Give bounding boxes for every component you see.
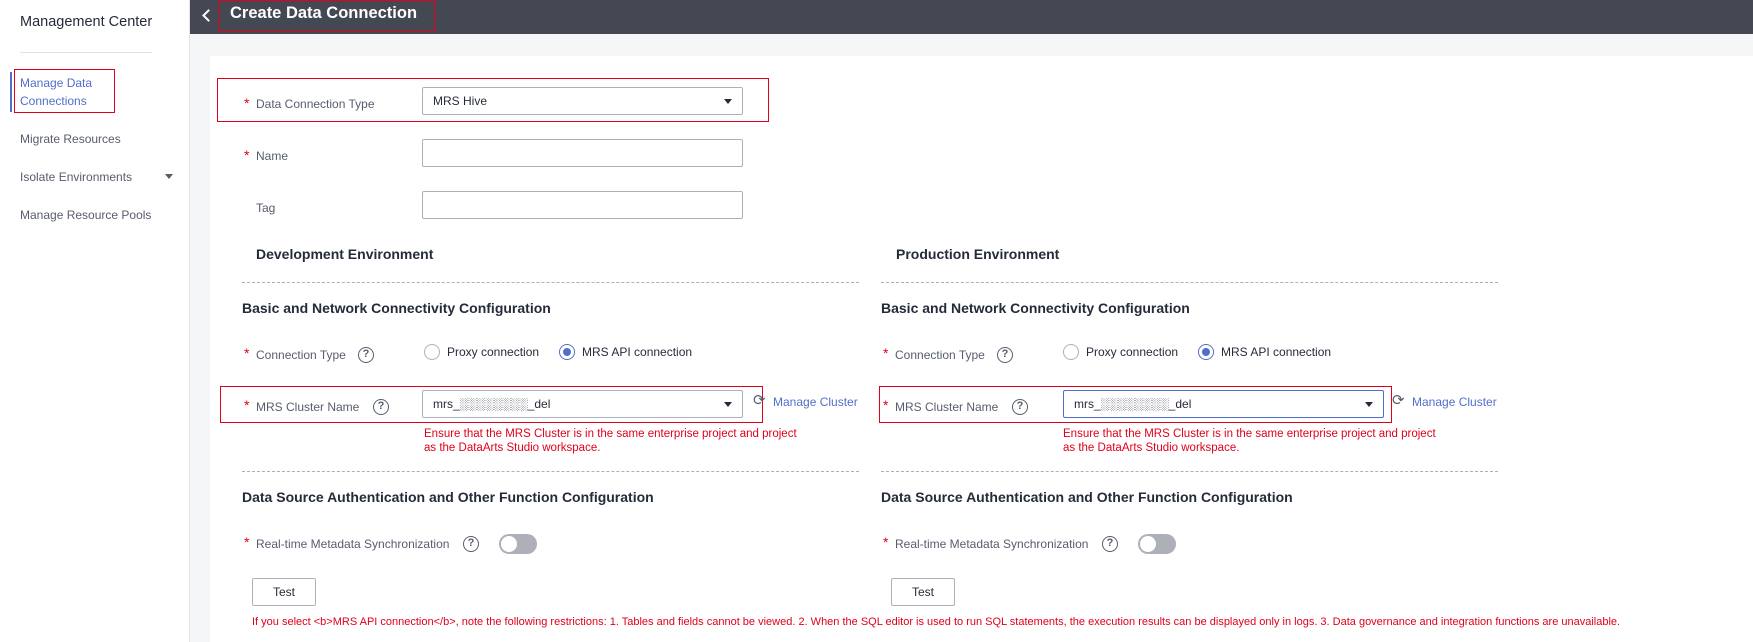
chevron-down-icon xyxy=(724,99,732,104)
prod-environment-heading: Production Environment xyxy=(896,246,1060,262)
sidebar-divider xyxy=(20,52,152,53)
required-marker: * xyxy=(883,345,889,361)
dev-connection-type-label: Connection Type xyxy=(256,348,346,362)
prod-test-button[interactable]: Test xyxy=(891,578,955,606)
header-bar: Create Data Connection xyxy=(190,0,1753,34)
prod-mrs-cluster-name-label: MRS Cluster Name xyxy=(895,400,999,414)
dev-basic-config-heading: Basic and Network Connectivity Configura… xyxy=(242,300,551,316)
data-connection-type-select[interactable]: MRS Hive xyxy=(422,87,743,115)
name-label: Name xyxy=(256,149,289,163)
dev-test-button[interactable]: Test xyxy=(252,578,316,606)
tag-input[interactable] xyxy=(422,191,743,219)
content-top-gutter xyxy=(190,34,1753,56)
dev-mrs-api-connection-label[interactable]: MRS API connection xyxy=(582,345,692,359)
required-marker: * xyxy=(244,147,250,163)
data-connection-type-label: Data Connection Type xyxy=(256,97,375,111)
required-marker: * xyxy=(244,345,250,361)
content-left-gutter xyxy=(190,34,210,642)
dev-proxy-connection-radio[interactable] xyxy=(424,344,440,360)
chevron-down-icon xyxy=(724,402,732,407)
divider xyxy=(881,282,1498,283)
dev-mrs-api-connection-radio[interactable] xyxy=(559,344,575,360)
dev-mrs-cluster-value: mrs_░░░░░░░░_del xyxy=(433,397,551,411)
refresh-icon[interactable]: ⟳ xyxy=(1392,393,1406,408)
back-arrow-icon[interactable] xyxy=(200,7,214,25)
dev-manage-cluster-link[interactable]: Manage Cluster xyxy=(773,395,858,409)
highlight-box xyxy=(218,1,436,31)
help-icon[interactable]: ? xyxy=(997,347,1013,363)
prod-mrs-api-connection-label[interactable]: MRS API connection xyxy=(1221,345,1331,359)
refresh-icon[interactable]: ⟳ xyxy=(753,393,767,408)
dev-environment-heading: Development Environment xyxy=(256,246,434,262)
help-icon[interactable]: ? xyxy=(373,399,389,415)
prod-proxy-connection-radio[interactable] xyxy=(1063,344,1079,360)
dev-realtime-sync-label: Real-time Metadata Synchronization xyxy=(256,537,450,551)
required-marker: * xyxy=(883,534,889,550)
data-connection-type-value: MRS Hive xyxy=(433,94,488,108)
sidebar: Management Center Manage Data Connection… xyxy=(0,0,190,642)
prod-mrs-api-connection-radio[interactable] xyxy=(1198,344,1214,360)
name-input[interactable] xyxy=(422,139,743,167)
chevron-down-icon xyxy=(1365,402,1373,407)
required-marker: * xyxy=(244,534,250,550)
sidebar-active-indicator xyxy=(10,72,12,112)
divider xyxy=(881,471,1498,472)
prod-cluster-hint-line-2: as the DataArts Studio workspace. xyxy=(1063,442,1240,454)
divider xyxy=(242,471,859,472)
sidebar-item-isolate-environments[interactable]: Isolate Environments xyxy=(20,170,132,184)
dev-realtime-sync-toggle[interactable] xyxy=(499,534,537,554)
chevron-down-icon[interactable] xyxy=(165,174,173,179)
divider xyxy=(242,282,859,283)
prod-basic-config-heading: Basic and Network Connectivity Configura… xyxy=(881,300,1190,316)
sidebar-title: Management Center xyxy=(20,14,153,30)
highlight-box xyxy=(14,69,115,113)
prod-cluster-hint-line-1: Ensure that the MRS Cluster is in the sa… xyxy=(1063,428,1436,440)
help-icon[interactable]: ? xyxy=(358,347,374,363)
prod-mrs-cluster-select[interactable]: mrs_░░░░░░░░_del xyxy=(1063,390,1384,418)
form-area: * Data Connection Type MRS Hive * Name T… xyxy=(210,56,1753,642)
prod-proxy-connection-label[interactable]: Proxy connection xyxy=(1086,345,1178,359)
dev-cluster-hint-line-1: Ensure that the MRS Cluster is in the sa… xyxy=(424,428,797,440)
help-icon[interactable]: ? xyxy=(1102,536,1118,552)
prod-realtime-sync-toggle[interactable] xyxy=(1138,534,1176,554)
dev-cluster-hint-line-2: as the DataArts Studio workspace. xyxy=(424,442,601,454)
required-marker: * xyxy=(883,397,889,413)
dev-mrs-cluster-select[interactable]: mrs_░░░░░░░░_del xyxy=(422,390,743,418)
restrictions-note: If you select <b>MRS API connection</b>,… xyxy=(252,616,1621,628)
prod-manage-cluster-link[interactable]: Manage Cluster xyxy=(1412,395,1497,409)
dev-mrs-cluster-name-label: MRS Cluster Name xyxy=(256,400,360,414)
prod-realtime-sync-label: Real-time Metadata Synchronization xyxy=(895,537,1089,551)
required-marker: * xyxy=(244,397,250,413)
dev-proxy-connection-label[interactable]: Proxy connection xyxy=(447,345,539,359)
help-icon[interactable]: ? xyxy=(1012,399,1028,415)
sidebar-item-manage-resource-pools[interactable]: Manage Resource Pools xyxy=(20,208,151,222)
sidebar-item-migrate-resources[interactable]: Migrate Resources xyxy=(20,132,121,146)
prod-mrs-cluster-value: mrs_░░░░░░░░_del xyxy=(1074,397,1192,411)
prod-connection-type-label: Connection Type xyxy=(895,348,985,362)
required-marker: * xyxy=(244,95,250,111)
help-icon[interactable]: ? xyxy=(463,536,479,552)
prod-auth-config-heading: Data Source Authentication and Other Fun… xyxy=(881,489,1293,505)
tag-label: Tag xyxy=(256,201,276,215)
dev-auth-config-heading: Data Source Authentication and Other Fun… xyxy=(242,489,654,505)
